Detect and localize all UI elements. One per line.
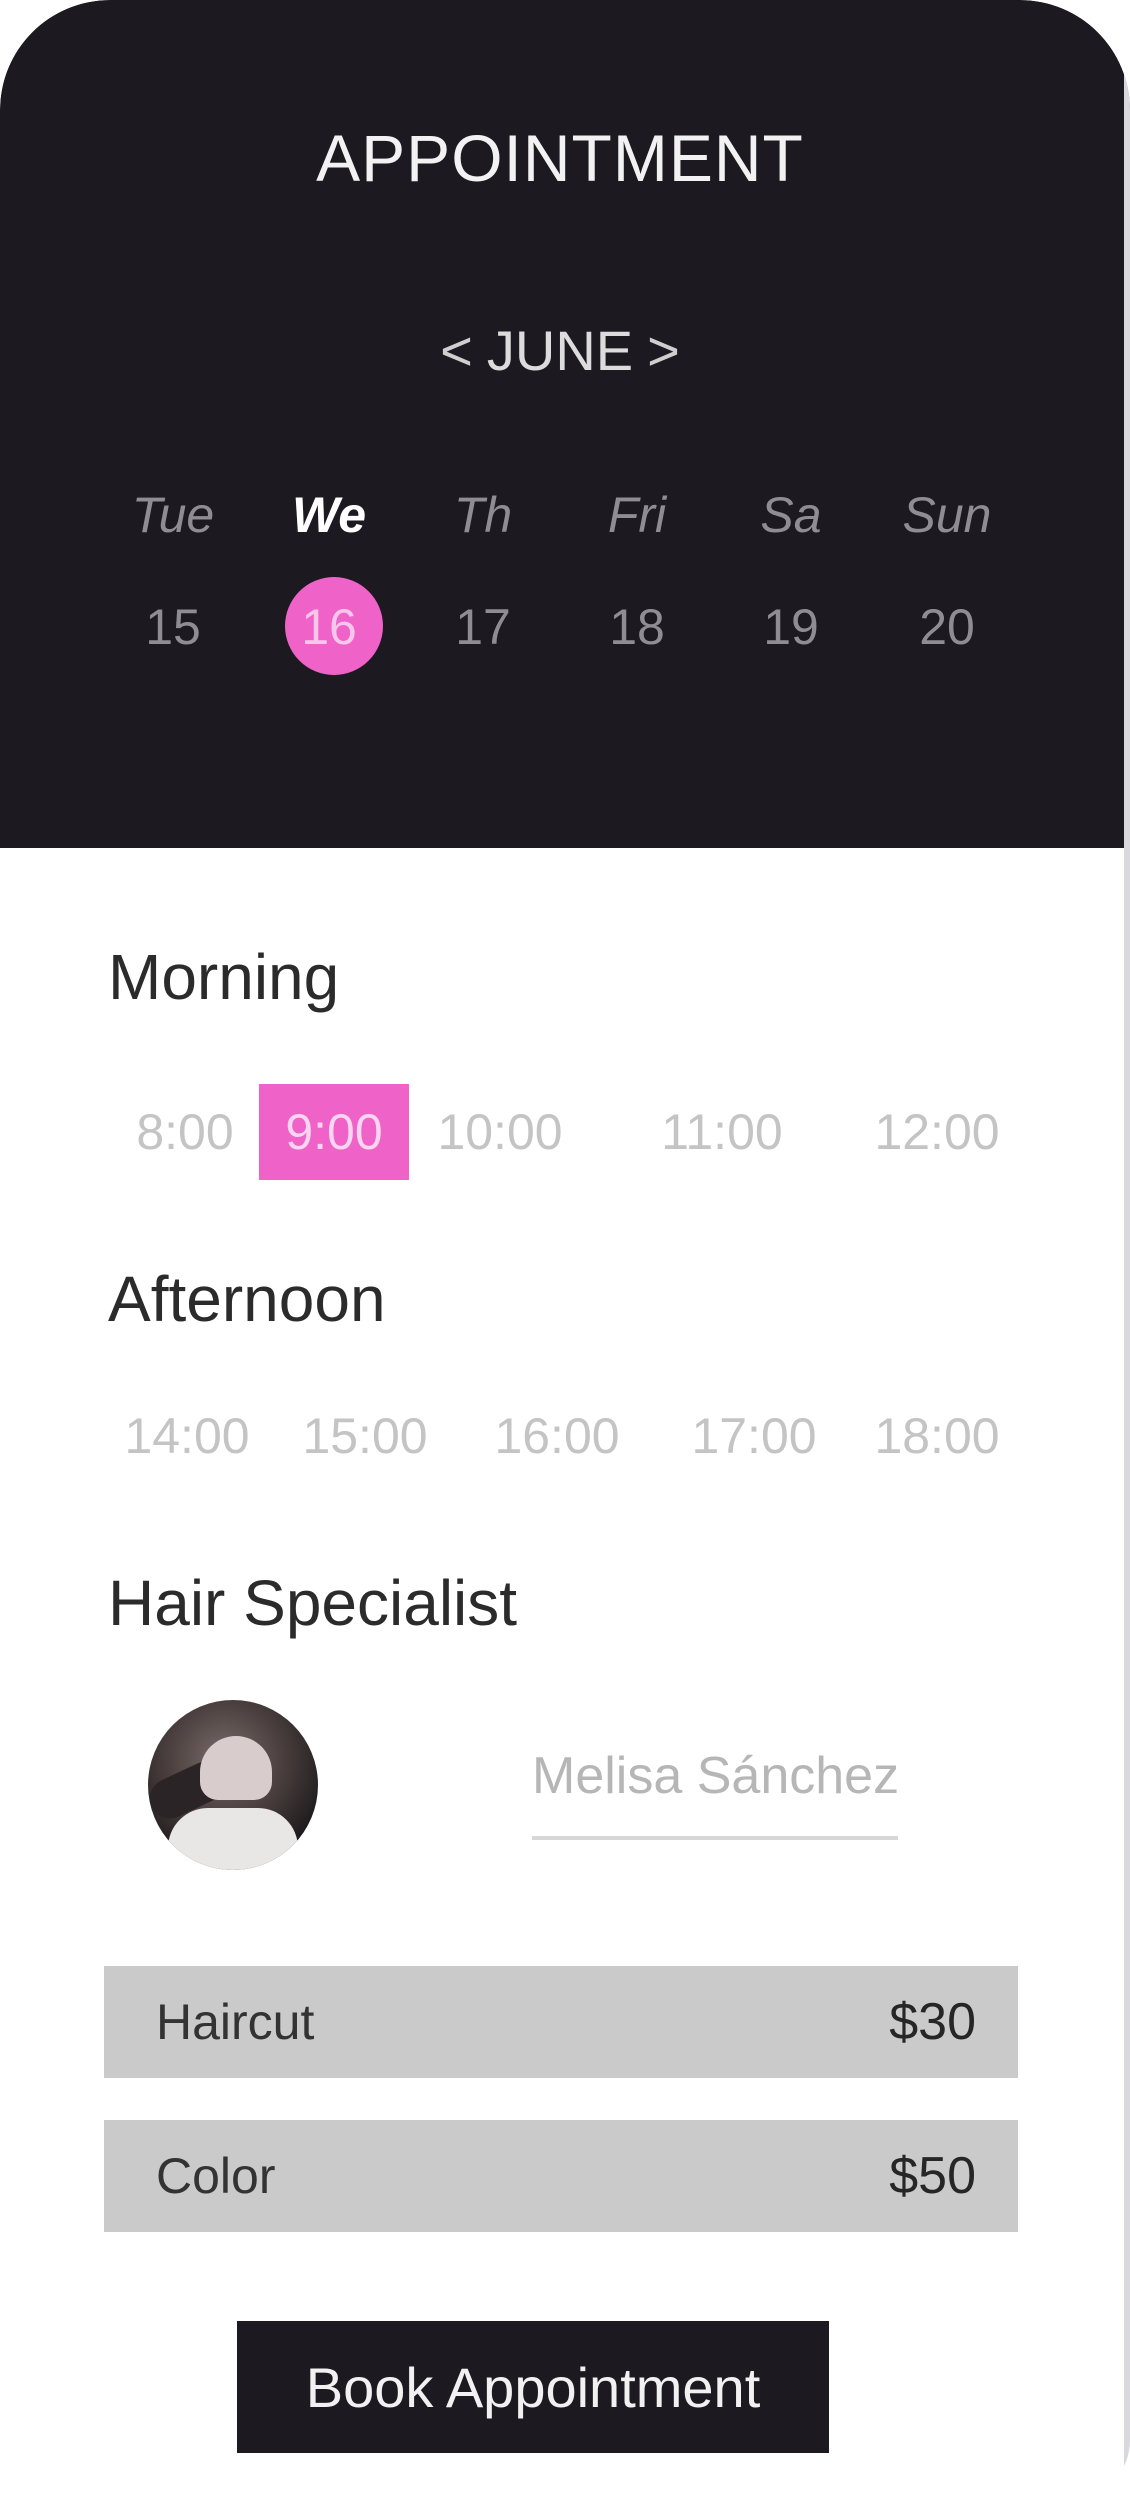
service-haircut[interactable]: Haircut $30 [104,1966,1018,2078]
morning-title: Morning [108,941,340,1013]
day-name-thu: Th [453,487,513,543]
avatar-hair [200,1736,272,1800]
appointment-screen: APPOINTMENT < JUNE > Tue We Th Fri Sa Su… [0,0,1130,2500]
time-slot-15[interactable]: 15:00 [290,1388,440,1484]
avatar-shirt [168,1808,298,1870]
book-appointment-button[interactable]: Book Appointment [237,2321,829,2453]
avatar[interactable] [148,1700,318,1870]
time-slot-12[interactable]: 12:00 [862,1084,1012,1180]
time-slot-10[interactable]: 10:00 [425,1084,575,1180]
chevron-left-icon[interactable]: < [426,318,487,383]
month-selector: < JUNE > [0,318,1120,383]
page-title: APPOINTMENT [316,121,804,195]
specialist-name[interactable]: Melisa Sánchez [532,1746,902,1806]
month-label: JUNE [486,319,634,382]
time-slot-17[interactable]: 17:00 [679,1388,829,1484]
time-slot-8[interactable]: 8:00 [110,1084,260,1180]
service-color[interactable]: Color $50 [104,2120,1018,2232]
header: APPOINTMENT < JUNE > Tue We Th Fri Sa Su… [0,0,1130,848]
day-number: 15 [145,599,201,655]
time-slot-9-selected[interactable]: 9:00 [259,1084,409,1180]
day-name-tue: Tue [131,487,215,543]
time-slot-16[interactable]: 16:00 [482,1388,632,1484]
day-17[interactable]: 17 [418,590,548,664]
day-number: 16 [301,599,357,655]
day-name-wed: We [291,487,367,543]
device-frame-edge [1124,0,1130,2500]
day-name-fri: Fri [607,487,667,543]
time-slot-18[interactable]: 18:00 [862,1388,1012,1484]
service-price: $50 [889,2147,976,2205]
day-18[interactable]: 18 [572,590,702,664]
service-price: $30 [889,1993,976,2051]
name-underline [532,1836,898,1840]
day-15[interactable]: 15 [108,590,238,664]
time-slot-14[interactable]: 14:00 [112,1388,262,1484]
day-19[interactable]: 19 [726,590,856,664]
day-name-sun: Sun [902,487,992,543]
day-number: 17 [455,599,511,655]
day-number: 18 [609,599,665,655]
day-number: 20 [919,599,975,655]
service-label: Color [156,2148,276,2204]
afternoon-title: Afternoon [108,1263,386,1335]
day-20[interactable]: 20 [882,590,1012,664]
time-slot-11[interactable]: 11:00 [647,1084,797,1180]
chevron-right-icon[interactable]: > [633,318,694,383]
day-number: 19 [763,599,819,655]
day-16-selected[interactable]: 16 [264,577,394,675]
day-name-sat: Sa [760,487,822,543]
specialist-title: Hair Specialist [108,1567,518,1639]
service-label: Haircut [156,1994,315,2050]
